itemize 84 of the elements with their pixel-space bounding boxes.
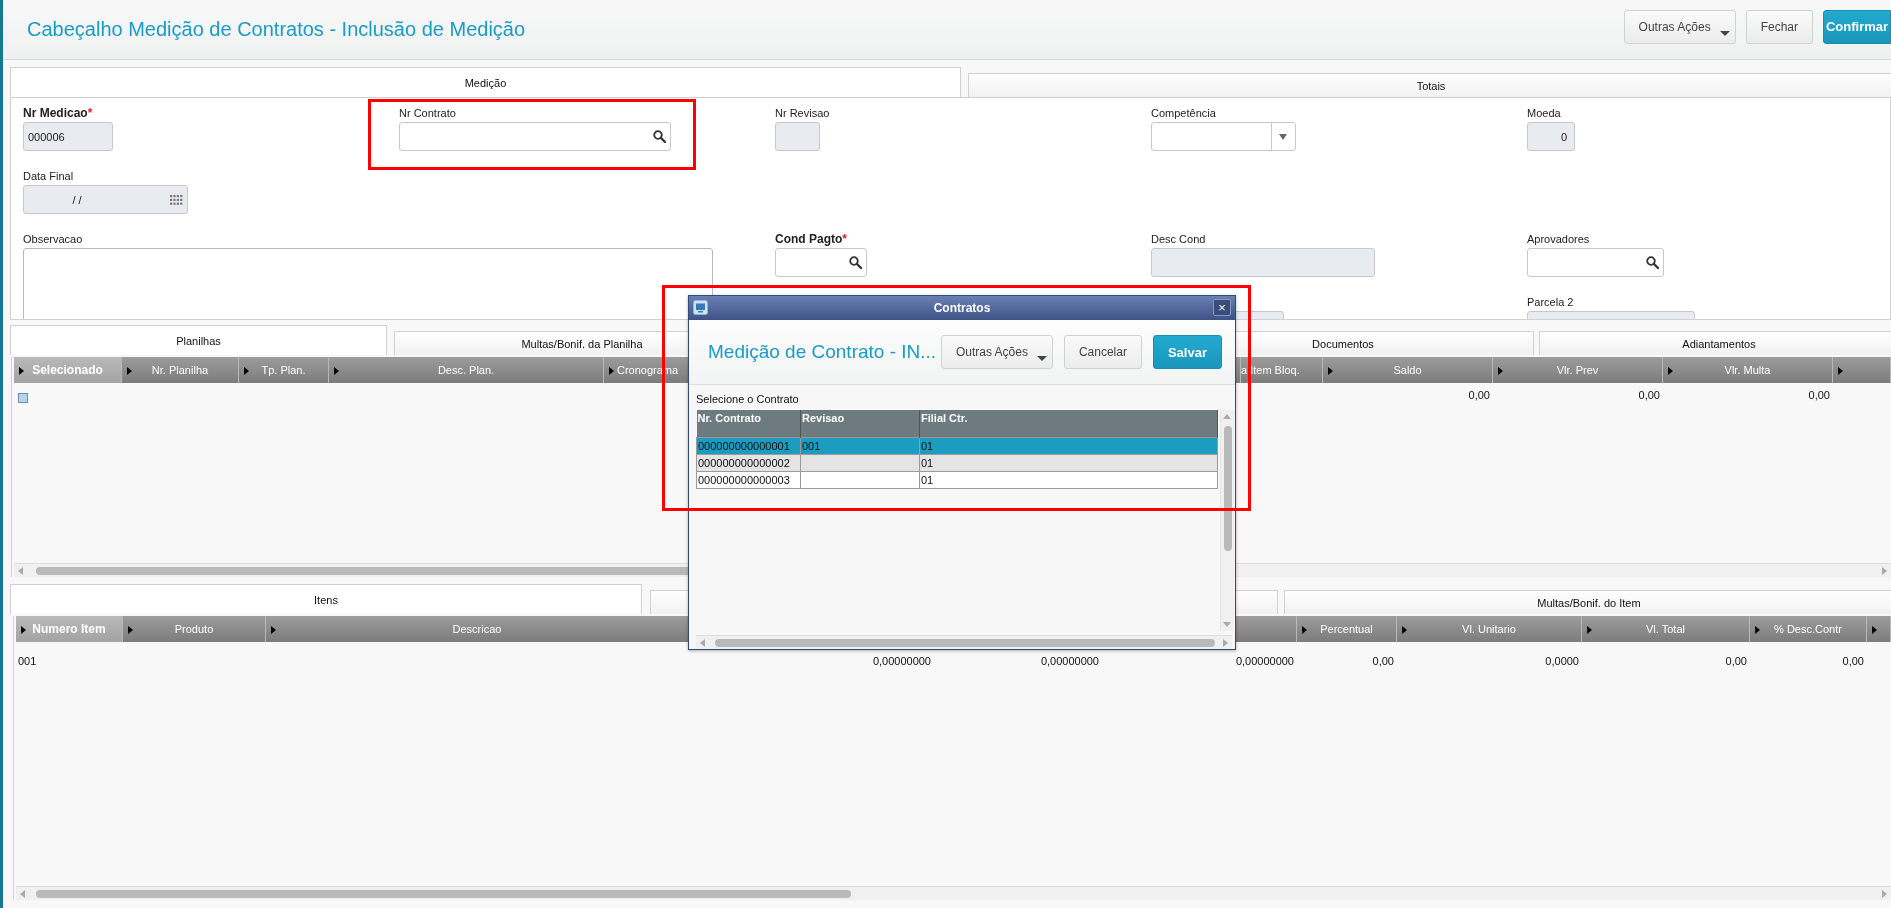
- triangle-icon: [21, 626, 26, 634]
- field-label: Nr Medicao*: [23, 106, 94, 120]
- caret-icon: [1279, 133, 1287, 140]
- tab[interactable]: Medição: [10, 67, 961, 97]
- field-label: Aprovadores: [1527, 232, 1591, 246]
- triangle-icon: [1587, 626, 1592, 634]
- window-icon: [693, 300, 708, 315]
- column-header[interactable]: Nr. Contrato: [696, 409, 801, 438]
- dialog-title: Contratos: [933, 301, 991, 315]
- table-cell-text: 0,00: [1467, 389, 1491, 403]
- table-cell-text: 0,00: [1724, 655, 1748, 667]
- field-label: Desc Cond: [1151, 232, 1207, 246]
- search-icon: [1646, 256, 1659, 269]
- button[interactable]: Salvar: [1152, 335, 1222, 369]
- triangle-icon: [1872, 626, 1877, 634]
- triangle-icon: [1498, 367, 1503, 375]
- search-icon: [849, 256, 862, 269]
- table-cell: 01: [921, 474, 934, 487]
- table-cell-text: 0,00000000: [871, 655, 932, 667]
- table-cell: 000000000000002: [698, 457, 790, 470]
- table-cell-text: 0,00000000: [1234, 655, 1295, 667]
- search-icon: [653, 130, 666, 143]
- triangle-icon: [271, 626, 276, 634]
- triangle-icon: [1838, 367, 1843, 375]
- table-cell: 000000000000001: [698, 440, 790, 453]
- table-cell: 01: [921, 457, 934, 470]
- lookup-field[interactable]: [399, 122, 671, 151]
- tab[interactable]: Itens: [10, 584, 642, 614]
- calendar-icon: [170, 194, 183, 205]
- triangle-icon: [244, 367, 249, 375]
- triangle-icon: [19, 367, 24, 375]
- horizontal-scrollbar[interactable]: [696, 634, 1232, 649]
- prompt-text: Selecione o Contrato: [696, 393, 800, 407]
- field-label: Data Final: [23, 169, 75, 183]
- table-cell-text: 001: [17, 655, 38, 667]
- dropdown-field[interactable]: [1151, 122, 1296, 151]
- table-cell-text: 0,00000000: [1039, 655, 1100, 667]
- table-cell-text: 0,00: [1841, 655, 1865, 667]
- table-cell: 000000000000003: [698, 474, 790, 487]
- triangle-icon: [334, 367, 339, 375]
- field-label: Observacao: [23, 232, 84, 246]
- field-label: Cond Pagto*: [775, 232, 848, 246]
- triangle-icon: [127, 367, 132, 375]
- checkbox[interactable]: [18, 393, 28, 403]
- button[interactable]: Cancelar: [1063, 335, 1142, 369]
- caret-icon: [1719, 30, 1730, 36]
- table-cell: 001: [802, 440, 821, 453]
- table-cell: 01: [921, 440, 934, 453]
- tab[interactable]: Totais: [968, 73, 1891, 97]
- menu-button[interactable]: Outras Ações: [940, 335, 1053, 369]
- page-title: Cabeçalho Medição de Contratos - Inclusão de Medição: [27, 18, 527, 41]
- tab[interactable]: Planilhas: [10, 325, 387, 355]
- triangle-icon: [1402, 626, 1407, 634]
- field-label: Competência: [1151, 106, 1217, 120]
- vertical-scrollbar[interactable]: [1220, 409, 1234, 631]
- triangle-icon: [1755, 626, 1760, 634]
- field-label: Moeda: [1527, 106, 1562, 120]
- lookup-field[interactable]: [775, 248, 867, 277]
- tab[interactable]: Multas/Bonif. do Item: [1284, 590, 1891, 614]
- triangle-icon: [609, 367, 614, 375]
- column-header[interactable]: Revisao: [800, 409, 920, 438]
- button[interactable]: Confirmar: [1823, 9, 1891, 44]
- triangle-icon: [1302, 626, 1307, 634]
- column-header[interactable]: Selecionado: [14, 357, 122, 383]
- button[interactable]: Fechar: [1745, 9, 1813, 44]
- lookup-field[interactable]: [1527, 248, 1664, 277]
- field-label: Parcela 2: [1527, 295, 1575, 309]
- field-label: Nr Contrato: [399, 106, 457, 120]
- triangle-icon: [128, 626, 133, 634]
- tab[interactable]: Adiantamentos: [1539, 331, 1891, 355]
- caret-icon: [1036, 356, 1047, 361]
- table-cell-text: 0,00: [1807, 389, 1831, 403]
- horizontal-scrollbar[interactable]: [16, 886, 1891, 900]
- text-area[interactable]: [23, 248, 713, 319]
- field-label: Nr Revisao: [775, 106, 831, 120]
- column-header[interactable]: Filial Ctr.: [919, 409, 1218, 438]
- close-button[interactable]: ×: [1213, 299, 1231, 316]
- triangle-icon: [1328, 367, 1333, 375]
- table-cell-text: 0,00: [1371, 655, 1395, 667]
- column-header[interactable]: Numero Item: [16, 616, 123, 642]
- triangle-icon: [1668, 367, 1673, 375]
- table-cell-text: 0,00: [1637, 389, 1661, 403]
- table-cell-text: 0,0000: [1544, 655, 1580, 667]
- menu-button[interactable]: Outras Ações: [1623, 9, 1736, 44]
